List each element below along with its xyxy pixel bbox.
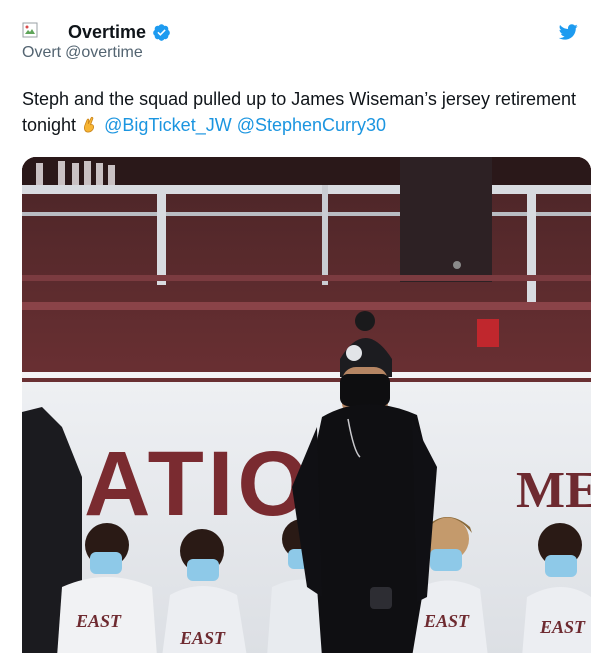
- banner-text: ATIO: [84, 433, 313, 535]
- jersey-text-3: EAST: [423, 611, 470, 631]
- avatar[interactable]: [22, 22, 38, 38]
- jersey-text-1: EAST: [75, 611, 122, 631]
- tweet-text: Steph and the squad pulled up to James W…: [22, 86, 582, 138]
- handle[interactable]: @overtime: [65, 44, 143, 61]
- broken-image-icon: [22, 22, 38, 38]
- mention-stephencurry[interactable]: @StephenCurry30: [237, 115, 386, 135]
- display-name[interactable]: Overtime: [68, 20, 171, 44]
- verified-badge-icon: [153, 23, 170, 41]
- tweet-card: Overtime Overt @overtime Steph and the sq…: [0, 0, 600, 653]
- author-names: Overtime Overt @overtime: [22, 20, 171, 61]
- mention-bigticket[interactable]: @BigTicket_JW: [104, 115, 232, 135]
- tweet-header: Overtime Overt @overtime: [22, 20, 580, 64]
- jersey-text-2: EAST: [179, 628, 226, 648]
- display-name-text: Overtime: [68, 22, 147, 42]
- handle-row: Overt @overtime: [22, 44, 143, 62]
- twitter-bird-icon[interactable]: [557, 22, 579, 42]
- crossed-fingers-emoji-icon: [84, 116, 95, 133]
- photo-scene: ATIO ME EAST EAST EAST EAST: [22, 157, 591, 653]
- right-banner-text: ME: [516, 462, 591, 519]
- jersey-text-4: EAST: [539, 617, 586, 637]
- tweet-photo[interactable]: ATIO ME EAST EAST EAST EAST: [22, 157, 591, 653]
- handle-prefix: Overt: [22, 44, 62, 61]
